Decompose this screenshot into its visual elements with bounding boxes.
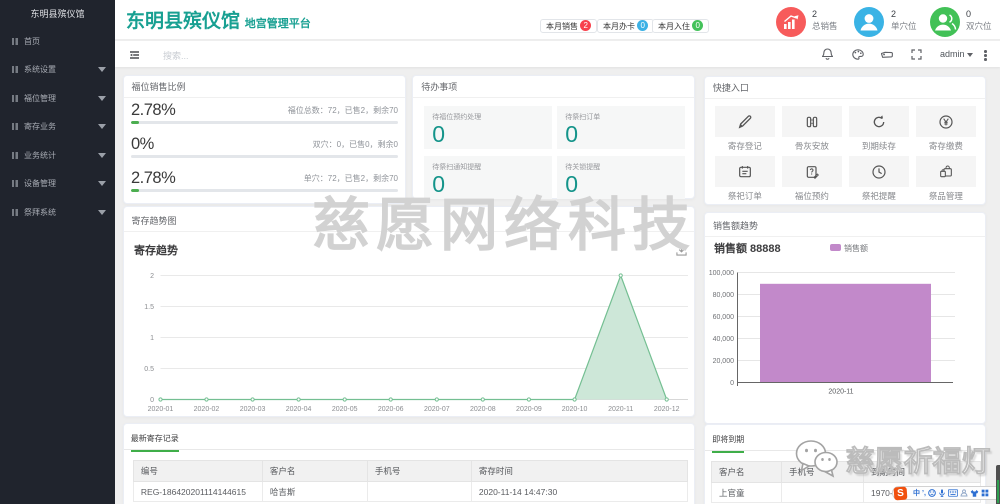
svg-text:2020-11: 2020-11 [828, 389, 853, 396]
svg-text:2020-02: 2020-02 [194, 406, 220, 413]
svg-text:2020-04: 2020-04 [286, 406, 312, 413]
svg-text:20,000: 20,000 [713, 358, 735, 365]
svg-text:2020-03: 2020-03 [240, 406, 266, 413]
svg-text:0: 0 [730, 380, 734, 387]
svg-text:0: 0 [150, 397, 154, 404]
svg-text:1.5: 1.5 [144, 304, 154, 311]
svg-text:2020-06: 2020-06 [378, 406, 404, 413]
svg-text:2020-12: 2020-12 [654, 406, 680, 413]
svg-text:2020-08: 2020-08 [470, 406, 496, 413]
svg-text:2020-11: 2020-11 [608, 406, 633, 413]
svg-text:2020-01: 2020-01 [148, 406, 174, 413]
svg-text:1: 1 [150, 335, 154, 342]
svg-text:2020-07: 2020-07 [424, 406, 450, 413]
svg-text:100,000: 100,000 [709, 270, 734, 277]
svg-text:60,000: 60,000 [713, 314, 735, 321]
svg-text:0.5: 0.5 [144, 366, 154, 373]
svg-text:80,000: 80,000 [713, 292, 735, 299]
svg-text:40,000: 40,000 [713, 336, 735, 343]
svg-text:2020-10: 2020-10 [562, 406, 588, 413]
svg-text:2020-09: 2020-09 [516, 406, 542, 413]
svg-text:2: 2 [150, 273, 154, 280]
svg-text:2020-05: 2020-05 [332, 406, 358, 413]
